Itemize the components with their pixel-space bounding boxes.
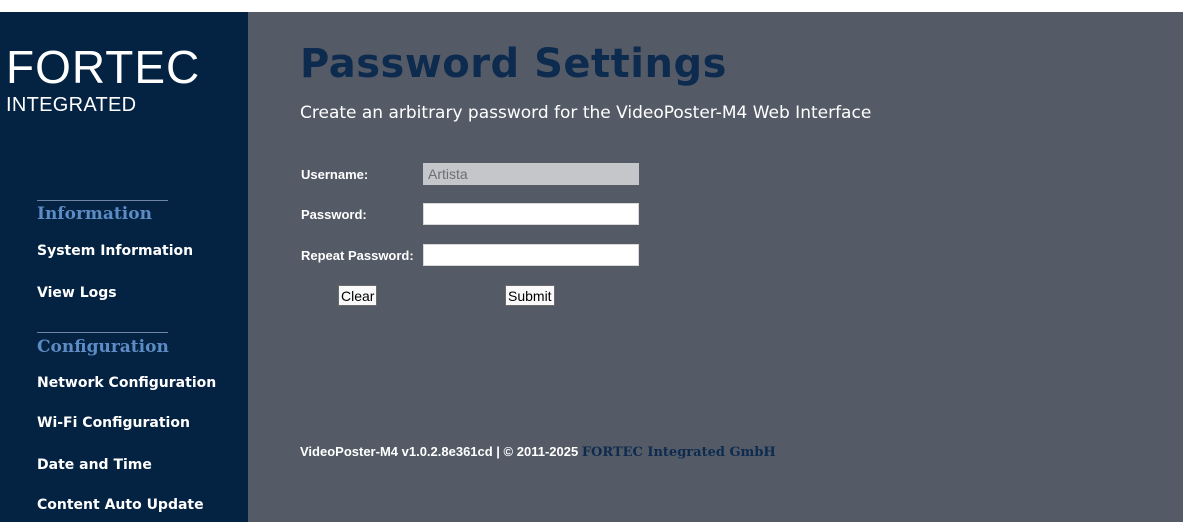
repeat-password-label: Repeat Password:: [301, 248, 414, 263]
nav-link-system-information[interactable]: System Information: [37, 243, 193, 259]
nav-heading-configuration: Configuration: [37, 337, 169, 357]
sidebar: FORTEC INTEGRATED Information System Inf…: [0, 12, 248, 522]
logo-subtitle: INTEGRATED: [6, 94, 137, 116]
footer-version-text: VideoPoster-M4 v1.0.2.8e361cd | © 2011-2…: [300, 444, 582, 459]
footer: VideoPoster-M4 v1.0.2.8e361cd | © 2011-2…: [300, 444, 776, 460]
section-divider: [37, 332, 168, 333]
clear-button[interactable]: Clear: [338, 285, 378, 306]
page-title: Password Settings: [300, 41, 727, 87]
nav-link-date-and-time[interactable]: Date and Time: [37, 457, 152, 473]
submit-button[interactable]: Submit: [505, 285, 555, 306]
repeat-password-field[interactable]: [423, 244, 639, 266]
nav-heading-information: Information: [37, 204, 152, 224]
page-subtitle: Create an arbitrary password for the Vid…: [300, 103, 872, 123]
nav-link-network-configuration[interactable]: Network Configuration: [37, 375, 216, 391]
logo-wordmark: FORTEC: [6, 41, 201, 93]
username-field: [423, 163, 639, 185]
section-divider: [37, 200, 168, 201]
nav-link-content-auto-update[interactable]: Content Auto Update: [37, 497, 204, 513]
password-field[interactable]: [423, 203, 639, 225]
nav-link-wifi-configuration[interactable]: Wi-Fi Configuration: [37, 415, 190, 431]
main-content: Password Settings Create an arbitrary pa…: [248, 12, 1183, 522]
nav-link-view-logs[interactable]: View Logs: [37, 285, 117, 301]
username-label: Username:: [301, 167, 369, 182]
fortec-logo[interactable]: FORTEC INTEGRATED: [6, 44, 200, 116]
footer-brand-link[interactable]: FORTEC Integrated GmbH: [582, 445, 776, 460]
password-label: Password:: [301, 207, 367, 222]
